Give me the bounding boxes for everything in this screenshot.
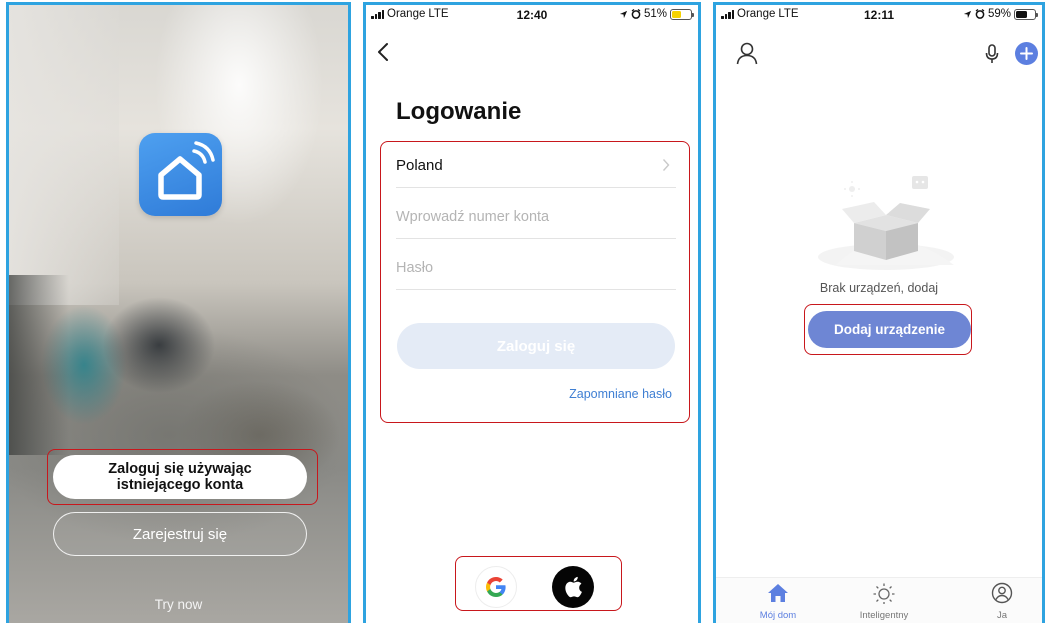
alarm-icon	[631, 9, 641, 19]
bottom-tab-bar: Mój dom Inteligentny Ja	[716, 577, 1042, 623]
apple-icon	[565, 576, 582, 598]
sun-icon	[873, 583, 895, 604]
google-login-button[interactable]	[475, 566, 517, 608]
tab-label: Inteligentny	[859, 610, 909, 621]
back-chevron-icon[interactable]	[376, 41, 390, 63]
alarm-icon	[975, 9, 985, 19]
location-icon	[619, 10, 628, 18]
login-screen: Orange LTE 12:40 51% Logowanie Poland Za…	[363, 2, 701, 623]
status-bar: Orange LTE 12:11 59%	[716, 5, 1042, 27]
try-now-link[interactable]: Try now	[9, 597, 348, 612]
background-shadow	[9, 275, 69, 455]
tab-home[interactable]: Mój dom	[738, 582, 818, 621]
person-icon[interactable]	[736, 41, 758, 65]
login-existing-account-button[interactable]: Zaloguj się używając istniejącego konta	[53, 455, 307, 499]
forgot-password-link[interactable]: Zapomniane hasło	[569, 387, 672, 401]
smart-home-logo-icon	[139, 133, 222, 216]
add-plus-icon[interactable]	[1015, 42, 1038, 65]
tab-me[interactable]: Ja	[962, 582, 1042, 621]
password-input[interactable]	[396, 259, 676, 276]
password-field-row	[396, 246, 676, 290]
battery-icon	[1014, 8, 1038, 20]
status-right: 59%	[963, 8, 1038, 20]
status-bar: Orange LTE 12:40 51%	[366, 5, 698, 27]
add-device-button[interactable]: Dodaj urządzenie	[808, 311, 971, 348]
background-curtain	[9, 5, 119, 305]
country-value: Poland	[396, 157, 443, 174]
microphone-icon[interactable]	[985, 44, 999, 64]
page-title: Logowanie	[396, 98, 522, 125]
home-icon	[768, 584, 788, 602]
empty-state-text: Brak urządzeń, dodaj	[819, 281, 939, 295]
empty-box-illustration	[818, 176, 954, 270]
register-button[interactable]: Zarejestruj się	[53, 512, 307, 556]
profile-icon	[991, 582, 1013, 604]
apple-login-button[interactable]	[552, 566, 594, 608]
welcome-screen: Zaloguj się używając istniejącego konta …	[6, 2, 351, 623]
tab-label: Mój dom	[759, 610, 797, 621]
account-field-row	[396, 195, 676, 239]
google-icon	[486, 577, 506, 597]
location-icon	[963, 10, 972, 18]
home-screen: Orange LTE 12:11 59% Brak urządzeń, doda…	[713, 2, 1045, 623]
country-selector[interactable]: Poland	[396, 144, 676, 188]
tab-smart[interactable]: Inteligentny	[844, 582, 924, 621]
account-input[interactable]	[396, 208, 676, 225]
battery-percent: 51%	[643, 8, 667, 20]
login-button[interactable]: Zaloguj się	[397, 323, 675, 369]
battery-icon	[670, 8, 694, 20]
tab-label: Ja	[996, 610, 1008, 621]
chevron-right-icon	[662, 159, 670, 171]
status-right: 51%	[619, 8, 694, 20]
battery-percent: 59%	[987, 8, 1011, 20]
